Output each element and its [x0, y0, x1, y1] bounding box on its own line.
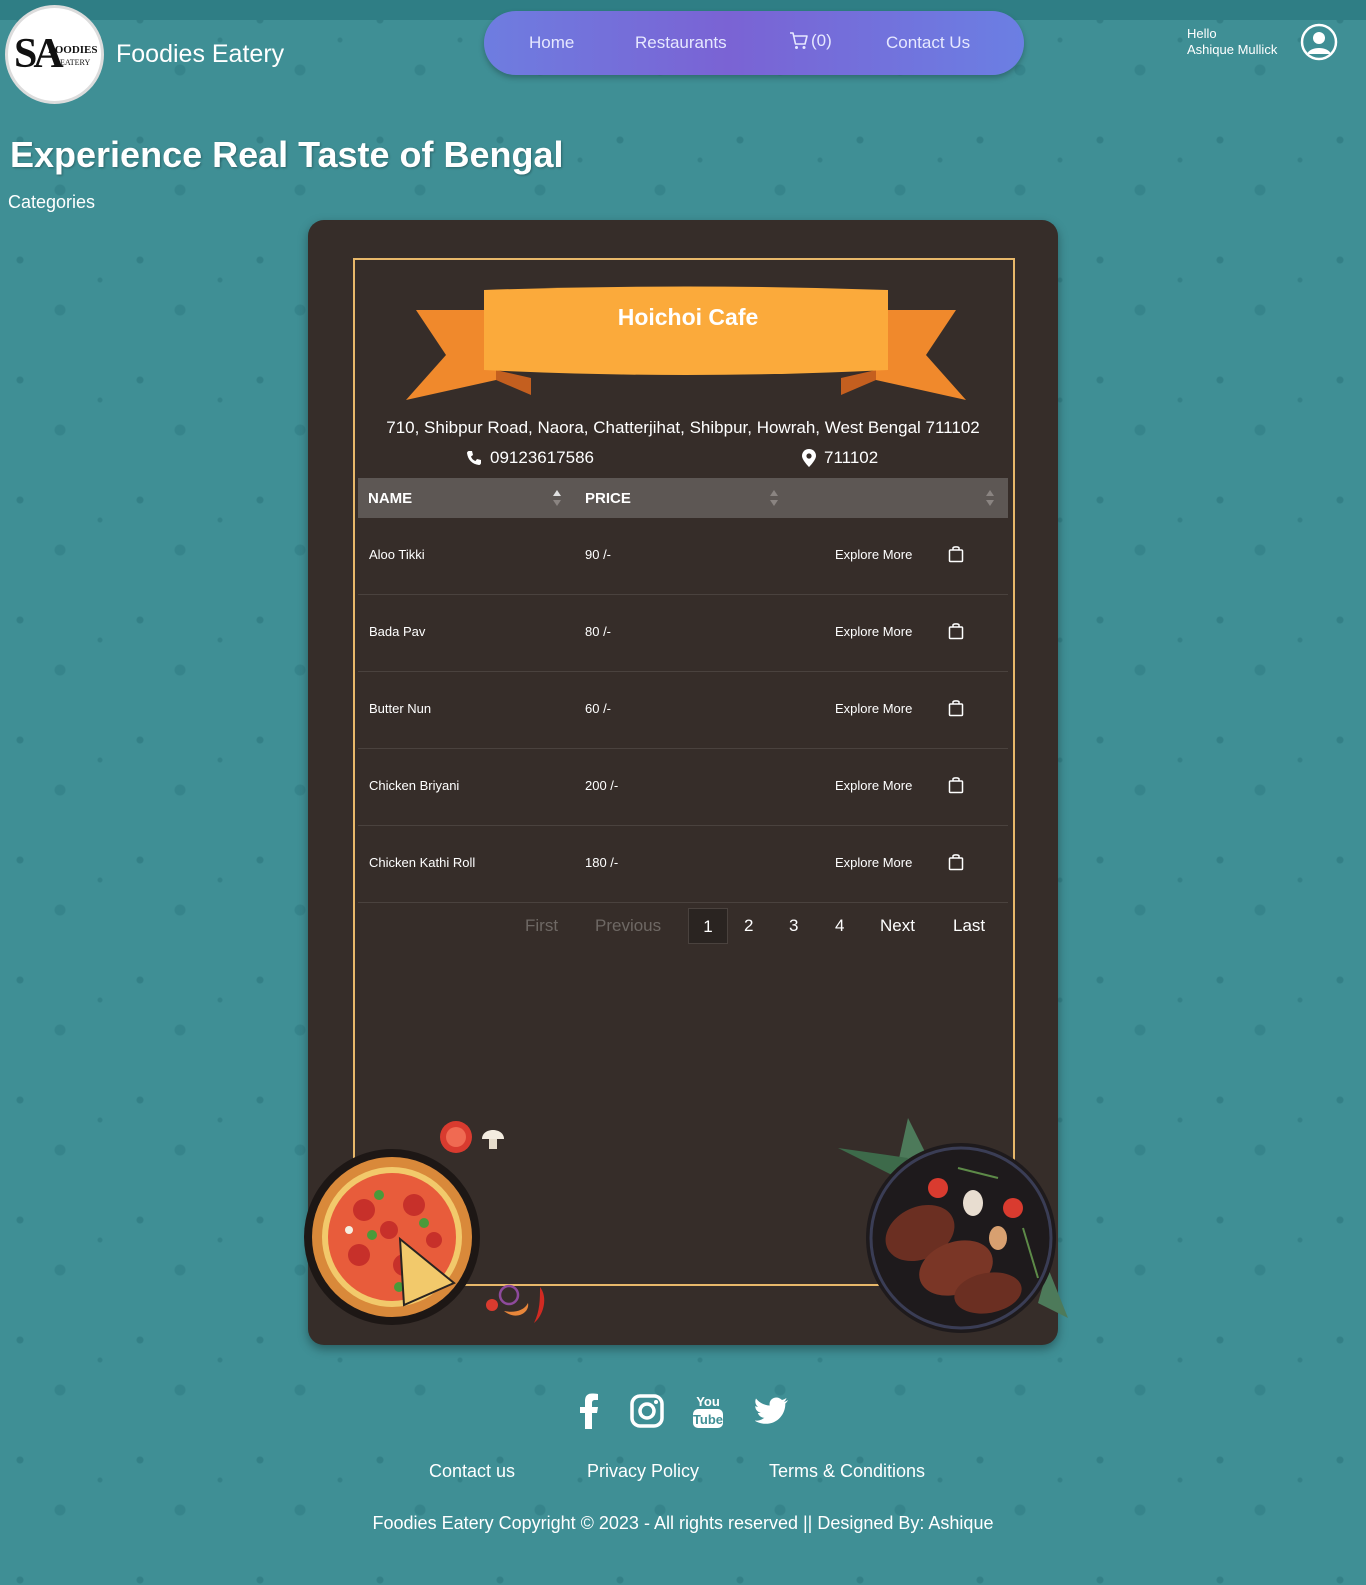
nav-restaurants-link[interactable]: Restaurants [635, 33, 727, 53]
table-row: Chicken Kathi Roll 180 /- Explore More [358, 826, 1008, 903]
location-pin-icon [802, 449, 816, 467]
page-previous-button[interactable]: Previous [595, 908, 661, 944]
restaurant-card: Hoichoi Cafe 710, Shibpur Road, Naora, C… [304, 220, 1068, 1345]
cart-icon [790, 32, 808, 49]
pincode-value: 711102 [824, 448, 879, 467]
item-name: Chicken Kathi Roll [369, 855, 476, 870]
instagram-icon[interactable] [630, 1393, 664, 1429]
footer-privacy-link[interactable]: Privacy Policy [587, 1461, 699, 1482]
item-price: 90 /- [585, 547, 612, 562]
restaurant-phone: 09123617586 [466, 448, 594, 468]
steak-plate-illustration [838, 1118, 1068, 1333]
item-price: 200 /- [585, 778, 619, 793]
column-header-price[interactable]: PRICE [585, 490, 631, 507]
nav-home-link[interactable]: Home [529, 33, 574, 53]
explore-more-link[interactable]: Explore More [835, 855, 912, 870]
page-last-button[interactable]: Last [953, 908, 985, 944]
shopping-bag-icon[interactable] [948, 776, 964, 794]
youtube-icon[interactable]: You Tube [692, 1393, 724, 1429]
item-name: Chicken Briyani [369, 778, 460, 793]
phone-icon [467, 451, 481, 465]
cart-count: (0) [811, 31, 832, 50]
sort-icon[interactable] [985, 488, 995, 508]
user-avatar-icon[interactable] [1300, 23, 1338, 61]
page-2-button[interactable]: 2 [744, 908, 753, 944]
shopping-bag-icon[interactable] [948, 622, 964, 640]
title-ribbon [406, 286, 966, 400]
copyright-text: Foodies Eatery Copyright © 2023 - All ri… [372, 1513, 994, 1533]
youtube-icon-you: You [696, 1394, 720, 1409]
pagination: First Previous 1 2 3 4 Next Last [358, 908, 1008, 948]
footer-terms-link[interactable]: Terms & Conditions [769, 1461, 925, 1482]
footer-contact-link[interactable]: Contact us [429, 1461, 515, 1482]
item-price: 180 /- [585, 855, 619, 870]
item-price: 80 /- [585, 624, 612, 639]
nav-cart-link[interactable]: (0) [789, 31, 832, 51]
page-1-button[interactable]: 1 [688, 908, 728, 944]
restaurant-pincode: 711102 [802, 448, 878, 468]
facebook-icon[interactable] [578, 1393, 600, 1429]
explore-more-link[interactable]: Explore More [835, 701, 912, 716]
table-header: NAME PRICE [358, 478, 1008, 518]
sort-icon[interactable] [552, 488, 562, 508]
page-next-button[interactable]: Next [880, 908, 915, 944]
logo-word-eatery: EATERY [60, 58, 91, 67]
youtube-icon-tube: Tube [693, 1412, 723, 1427]
table-row: Aloo Tikki 90 /- Explore More [358, 518, 1008, 595]
sort-icon[interactable] [769, 488, 779, 508]
column-header-name[interactable]: NAME [368, 490, 412, 507]
explore-more-link[interactable]: Explore More [835, 547, 912, 562]
brand-name[interactable]: Foodies Eatery [116, 40, 284, 69]
item-name: Bada Pav [369, 624, 426, 639]
shopping-bag-icon[interactable] [948, 545, 964, 563]
phone-number: 09123617586 [490, 448, 595, 467]
page-4-button[interactable]: 4 [835, 908, 844, 944]
user-greeting: Hello Ashique Mullick [1187, 26, 1277, 58]
item-name: Aloo Tikki [369, 547, 425, 562]
brand-logo[interactable]: SA FOODIES EATERY [5, 5, 104, 104]
shopping-bag-icon[interactable] [948, 699, 964, 717]
nav-contact-link[interactable]: Contact Us [886, 33, 970, 53]
shopping-bag-icon[interactable] [948, 853, 964, 871]
explore-more-link[interactable]: Explore More [835, 624, 912, 639]
table-row: Bada Pav 80 /- Explore More [358, 595, 1008, 672]
page-3-button[interactable]: 3 [789, 908, 798, 944]
restaurant-name: Hoichoi Cafe [617, 304, 759, 330]
categories-link[interactable]: Categories [8, 192, 95, 213]
greeting-text: Hello [1187, 26, 1217, 41]
pizza-illustration [304, 1121, 545, 1325]
page-first-button[interactable]: First [525, 908, 558, 944]
explore-more-link[interactable]: Explore More [835, 778, 912, 793]
item-name: Butter Nun [369, 701, 432, 716]
user-name: Ashique Mullick [1187, 42, 1278, 57]
table-row: Chicken Briyani 200 /- Explore More [358, 749, 1008, 826]
logo-word-foodies: FOODIES [48, 44, 98, 56]
table-row: Butter Nun 60 /- Explore More [358, 672, 1008, 749]
twitter-icon[interactable] [755, 1393, 789, 1429]
page-title: Experience Real Taste of Bengal [10, 134, 564, 175]
restaurant-address: 710, Shibpur Road, Naora, Chatterjihat, … [386, 418, 980, 437]
main-nav: Home Restaurants (0) Contact Us [484, 11, 1024, 75]
item-price: 60 /- [585, 701, 612, 716]
